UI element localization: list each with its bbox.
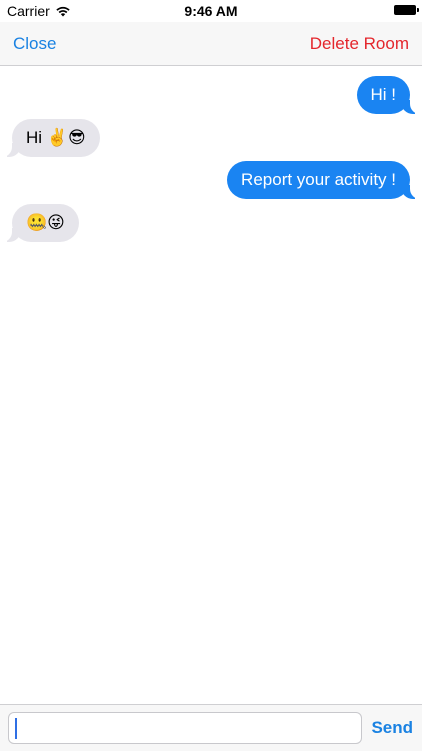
status-right: [394, 5, 419, 15]
outgoing-message-bubble: Report your activity !: [227, 161, 421, 199]
text-cursor: [15, 718, 17, 739]
status-bar: Carrier 9:46 AM: [0, 0, 422, 22]
incoming-message-bubble: Hi ✌️😎: [1, 119, 100, 157]
delete-room-button[interactable]: Delete Room: [310, 34, 409, 54]
message-text: Report your activity !: [241, 170, 396, 189]
close-button[interactable]: Close: [13, 34, 56, 54]
incoming-message-bubble: 🤐😜: [1, 204, 79, 242]
message-text: Hi !: [370, 85, 397, 104]
message-text: 🤐😜: [26, 213, 65, 232]
message-text: Hi ✌️😎: [26, 128, 86, 147]
outgoing-message-bubble: Hi !: [356, 76, 421, 114]
navigation-bar: Close Delete Room: [0, 22, 422, 66]
composer-bar: Send: [0, 704, 422, 751]
status-time: 9:46 AM: [184, 3, 238, 19]
message-list[interactable]: Hi ! Hi ✌️😎 Report your activity ! 🤐😜: [0, 66, 422, 704]
message-input[interactable]: [8, 712, 362, 744]
send-button[interactable]: Send: [371, 718, 413, 738]
battery-icon: [394, 5, 419, 15]
